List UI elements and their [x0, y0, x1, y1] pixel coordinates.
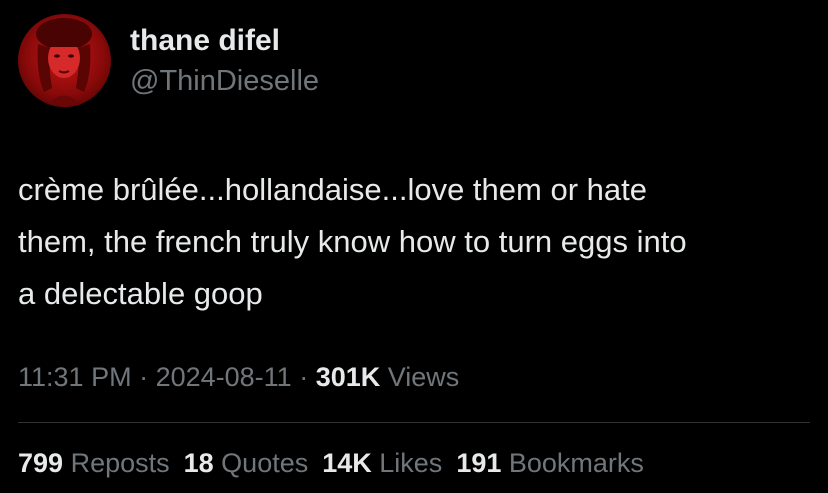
tweet-meta: 11:31 PM · 2024-08-11 · 301K Views	[18, 362, 459, 393]
tweet-card: thane difel @ThinDieselle crème brûlée..…	[0, 0, 828, 493]
reposts-stat[interactable]: 799 Reposts	[18, 448, 170, 478]
engagement-stats: 799 Reposts 18 Quotes 14K Likes 191 Bookmar…	[18, 448, 658, 479]
tweet-time[interactable]: 11:31 PM	[18, 362, 132, 392]
tweet-text-line: them, the french truly know how to turn …	[18, 224, 687, 259]
quotes-stat[interactable]: 18 Quotes	[184, 448, 309, 478]
quotes-label: Quotes	[213, 448, 309, 478]
meta-separator: ·	[291, 362, 316, 392]
likes-stat[interactable]: 14K Likes	[322, 448, 442, 478]
reposts-label: Reposts	[63, 448, 170, 478]
tweet-text-line: a delectable goop	[18, 276, 263, 311]
bookmarks-count: 191	[456, 448, 502, 478]
divider	[18, 422, 810, 423]
profile-photo-icon	[36, 18, 92, 107]
views-label: Views	[380, 362, 460, 392]
tweet-text-line: crème brûlée...hollandaise...love them o…	[18, 172, 647, 207]
author-handle[interactable]: @ThinDieselle	[130, 65, 319, 98]
author-display-name[interactable]: thane difel	[130, 24, 280, 58]
likes-label: Likes	[371, 448, 443, 478]
avatar[interactable]	[18, 14, 111, 107]
tweet-text: crème brûlée...hollandaise...love them o…	[18, 164, 818, 320]
bookmarks-stat[interactable]: 191 Bookmarks	[456, 448, 644, 478]
likes-count: 14K	[322, 448, 372, 478]
bookmarks-label: Bookmarks	[501, 448, 644, 478]
reposts-count: 799	[18, 448, 64, 478]
meta-separator: ·	[131, 362, 156, 392]
views-count: 301K	[315, 362, 381, 392]
quotes-count: 18	[183, 448, 214, 478]
tweet-date[interactable]: 2024-08-11	[156, 362, 292, 392]
